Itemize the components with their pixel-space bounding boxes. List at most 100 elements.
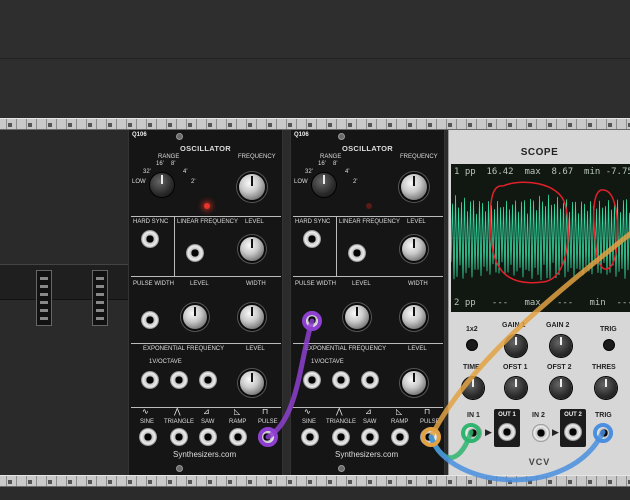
exp-level-knob[interactable] (402, 371, 426, 395)
pulse-output-jack[interactable] (258, 428, 276, 446)
frequency-label: FREQUENCY (238, 154, 276, 160)
offset-2-knob[interactable] (550, 377, 572, 399)
width-knob[interactable] (402, 305, 426, 329)
out-2-jack[interactable] (564, 423, 582, 441)
screw (338, 133, 345, 140)
threshold-knob[interactable] (595, 377, 617, 399)
oscillator-module-2[interactable]: Q106 OSCILLATOR RANGE 16' 8' 32' 4' LOW … (290, 130, 445, 475)
sine-label: SINE (302, 419, 317, 425)
divider (131, 216, 281, 217)
v-oct-label: 1V/OCTAVE (149, 359, 182, 365)
rack-rail-top (0, 118, 630, 130)
saw-wave-icon: ⊿ (365, 407, 372, 416)
sine-label: SINE (140, 419, 155, 425)
waveform-trace (451, 194, 630, 281)
sine-output-jack[interactable] (139, 428, 157, 446)
pulse-width-jack[interactable] (303, 311, 321, 329)
hard-sync-jack[interactable] (141, 230, 159, 248)
saw-output-jack[interactable] (361, 428, 379, 446)
trig-jack[interactable] (595, 424, 613, 442)
pulse-wave-icon: ⊓ (262, 407, 269, 416)
ramp-output-jack[interactable] (229, 428, 247, 446)
linear-level-knob[interactable] (402, 237, 426, 261)
pulse-wave-icon: ⊓ (424, 407, 431, 416)
pulse-width-level-knob[interactable] (345, 305, 369, 329)
exp-level-knob[interactable] (240, 371, 264, 395)
in-2-jack[interactable] (532, 424, 550, 442)
exp-frequency-label: EXPONENTIAL FREQUENCY (143, 346, 225, 352)
range-mark: 4' (345, 169, 350, 175)
v-oct-jack-2[interactable] (170, 371, 188, 389)
range-switch-knob[interactable] (312, 173, 336, 197)
time-knob[interactable] (462, 377, 484, 399)
trig-button[interactable] (603, 339, 615, 351)
screw (338, 465, 345, 472)
divider (293, 216, 443, 217)
offset-1-knob[interactable] (505, 377, 527, 399)
pulse-label: PULSE (258, 419, 278, 425)
ramp-label: RAMP (229, 419, 247, 425)
saw-label: SAW (201, 419, 215, 425)
triangle-output-jack[interactable] (170, 428, 188, 446)
v-oct-jack-3[interactable] (361, 371, 379, 389)
pulse-width-jack[interactable] (141, 311, 159, 329)
width-knob[interactable] (240, 305, 264, 329)
in-2-label: IN 2 (532, 412, 545, 419)
offset-1-label: OFST 1 (503, 364, 528, 371)
linear-frequency-jack[interactable] (186, 244, 204, 262)
threshold-label: THRES (592, 364, 616, 371)
v-oct-jack-3[interactable] (199, 371, 217, 389)
v-oct-jack-2[interactable] (332, 371, 350, 389)
out-1-label: OUT 1 (498, 412, 516, 418)
trig-jack-label: TRIG (595, 412, 612, 419)
v-oct-label: 1V/OCTAVE (311, 359, 344, 365)
screw (176, 133, 183, 140)
gain-2-label: GAIN 2 (546, 322, 570, 329)
linear-frequency-jack[interactable] (348, 244, 366, 262)
sine-output-jack[interactable] (301, 428, 319, 446)
range-mark: 16' (318, 161, 326, 167)
hard-sync-jack[interactable] (303, 230, 321, 248)
frequency-knob[interactable] (239, 174, 265, 200)
module-brand: Q106 (132, 132, 147, 138)
module-title: OSCILLATOR (179, 144, 232, 153)
range-mark: 2' (191, 179, 196, 185)
divider (131, 276, 281, 277)
hard-sync-label: HARD SYNC (133, 219, 169, 225)
scope-display: 1 pp 16.42 max 8.67 min -7.75 2 pp --- m… (451, 164, 630, 312)
linear-frequency-label: LINEAR FREQUENCY (177, 219, 239, 225)
out-1-jack[interactable] (498, 423, 516, 441)
triangle-output-jack[interactable] (332, 428, 350, 446)
range-mark: 16' (156, 161, 164, 167)
pulse-output-jack[interactable] (420, 428, 438, 446)
time-label: TIME (463, 364, 480, 371)
out-2-box: OUT 2 (560, 409, 586, 447)
in-1-jack[interactable] (464, 424, 482, 442)
scope-module[interactable]: SCOPE 1 pp 16.42 max 8.67 min -7.75 2 pp… (448, 130, 630, 475)
rack-shelf (0, 58, 630, 59)
triangle-label: TRIANGLE (164, 419, 195, 425)
gain-1-knob[interactable] (505, 335, 527, 357)
saw-output-jack[interactable] (199, 428, 217, 446)
triangle-wave-icon: ⋀ (174, 407, 181, 416)
gain-2-knob[interactable] (550, 335, 572, 357)
blank-module (0, 130, 128, 475)
v-oct-jack-1[interactable] (141, 371, 159, 389)
v-oct-jack-1[interactable] (303, 371, 321, 389)
divider (336, 216, 337, 276)
range-mark: LOW (132, 179, 146, 185)
pulse-width-level-knob[interactable] (183, 305, 207, 329)
1x2-button[interactable] (466, 339, 478, 351)
ramp-output-jack[interactable] (391, 428, 409, 446)
ramp-wave-icon: ◺ (234, 407, 241, 416)
frequency-knob[interactable] (401, 174, 427, 200)
range-label: RANGE (158, 154, 180, 160)
range-mark: 8' (171, 161, 176, 167)
arrow-right-icon: ▶ (485, 427, 492, 437)
divider (131, 343, 281, 344)
pulse-width-label: PULSE WIDTH (295, 281, 337, 287)
oscillator-module-1[interactable]: Q106 OSCILLATOR RANGE 16' 8' 32' 4' LOW … (128, 130, 283, 475)
saw-label: SAW (363, 419, 377, 425)
linear-level-knob[interactable] (240, 237, 264, 261)
range-switch-knob[interactable] (150, 173, 174, 197)
